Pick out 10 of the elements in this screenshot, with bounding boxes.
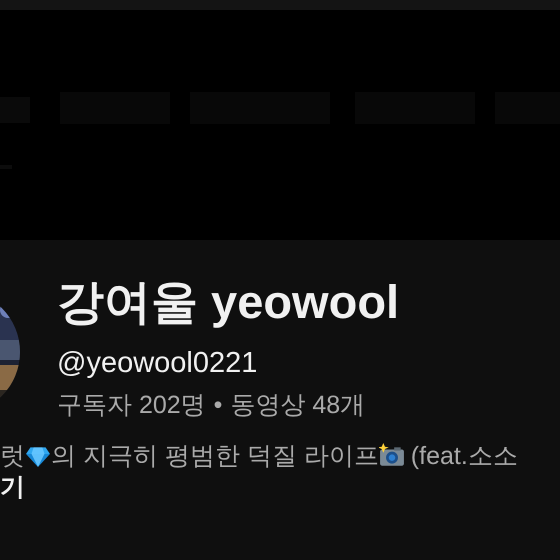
separator-dot: • xyxy=(214,390,222,420)
channel-name: 강여울 yeowool xyxy=(57,276,400,328)
camera-icon xyxy=(378,443,405,469)
channel-handle: @yeowool0221 xyxy=(57,346,258,380)
subscriber-count: 구독자 202명 xyxy=(57,390,206,420)
description-text: 의 지극히 평범한 덕질 라이프 xyxy=(51,441,379,472)
video-count: 동영상 48개 xyxy=(230,390,366,420)
more-link[interactable]: 기 xyxy=(0,472,25,502)
description-text: (feat.소소 xyxy=(410,441,518,472)
description-text: 럿 xyxy=(0,441,25,472)
